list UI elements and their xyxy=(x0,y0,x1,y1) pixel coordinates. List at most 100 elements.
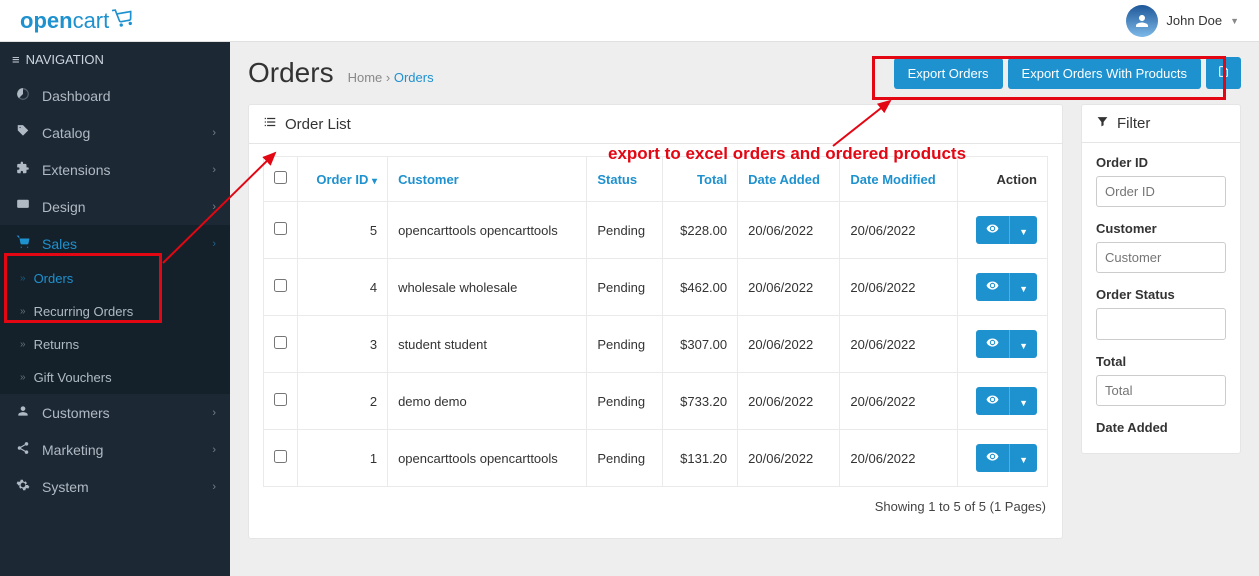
cell-status: Pending xyxy=(587,202,663,259)
nav-label: Design xyxy=(42,199,86,215)
eye-icon xyxy=(986,450,999,463)
tv-icon xyxy=(14,198,32,215)
col-date-modified[interactable]: Date Modified xyxy=(840,157,957,202)
cell-customer: demo demo xyxy=(388,373,587,430)
col-customer[interactable]: Customer xyxy=(388,157,587,202)
row-checkbox[interactable] xyxy=(274,450,287,463)
filter-customer-input[interactable] xyxy=(1096,242,1226,273)
nav-sales-orders[interactable]: » Orders xyxy=(0,262,230,295)
nav-sales-vouchers[interactable]: » Gift Vouchers xyxy=(0,361,230,394)
dashboard-icon xyxy=(14,87,32,104)
cart-icon xyxy=(111,6,135,34)
nav-dashboard[interactable]: Dashboard xyxy=(0,77,230,114)
cell-status: Pending xyxy=(587,316,663,373)
invoice-button[interactable] xyxy=(1206,57,1241,89)
col-action: Action xyxy=(957,157,1047,202)
filter-total-input[interactable] xyxy=(1096,375,1226,406)
caret-down-icon: ▼ xyxy=(1019,227,1028,237)
logo[interactable]: opencart xyxy=(20,8,133,34)
col-checkbox xyxy=(264,157,298,202)
col-total[interactable]: Total xyxy=(663,157,738,202)
nav-sales-recurring[interactable]: » Recurring Orders xyxy=(0,295,230,328)
eye-icon xyxy=(986,279,999,292)
nav-catalog[interactable]: Catalog › xyxy=(0,114,230,151)
cell-customer: student student xyxy=(388,316,587,373)
nav-marketing[interactable]: Marketing › xyxy=(0,431,230,468)
panel-title: Order List xyxy=(285,116,351,133)
chevron-right-icon: › xyxy=(212,407,216,419)
export-orders-products-button[interactable]: Export Orders With Products xyxy=(1008,58,1201,89)
bullet-icon: » xyxy=(20,372,26,383)
cell-status: Pending xyxy=(587,430,663,487)
nav-extensions[interactable]: Extensions › xyxy=(0,151,230,188)
view-button[interactable] xyxy=(976,330,1009,358)
action-dropdown-button[interactable]: ▼ xyxy=(1009,330,1037,358)
view-button[interactable] xyxy=(976,273,1009,301)
row-checkbox[interactable] xyxy=(274,222,287,235)
orders-table: Order ID ▾ Customer Status Total Date Ad… xyxy=(263,156,1048,487)
breadcrumb-home[interactable]: Home xyxy=(348,70,383,85)
view-button[interactable] xyxy=(976,444,1009,472)
logo-text-b: cart xyxy=(73,8,110,34)
nav-design[interactable]: Design › xyxy=(0,188,230,225)
main-content: Orders Home › Orders Export Orders Expor… xyxy=(230,42,1259,576)
action-dropdown-button[interactable]: ▼ xyxy=(1009,444,1037,472)
view-button[interactable] xyxy=(976,387,1009,415)
cell-date-added: 20/06/2022 xyxy=(738,259,840,316)
filter-status-select[interactable] xyxy=(1096,308,1226,340)
eye-icon xyxy=(986,222,999,235)
col-order-id[interactable]: Order ID ▾ xyxy=(298,157,388,202)
filter-title: Filter xyxy=(1117,115,1150,132)
sort-icon: ▾ xyxy=(372,176,377,187)
eye-icon xyxy=(986,393,999,406)
caret-down-icon: ▼ xyxy=(1019,455,1028,465)
filter-order-id-label: Order ID xyxy=(1096,155,1226,170)
table-row: 3student studentPending$307.0020/06/2022… xyxy=(264,316,1048,373)
filter-order-id-input[interactable] xyxy=(1096,176,1226,207)
row-checkbox[interactable] xyxy=(274,393,287,406)
chevron-right-icon: › xyxy=(212,444,216,456)
paging-text: Showing 1 to 5 of 5 (1 Pages) xyxy=(263,487,1048,526)
view-button[interactable] xyxy=(976,216,1009,244)
filter-panel: Filter Order ID Customer Order Status xyxy=(1081,104,1241,454)
list-icon xyxy=(263,115,277,133)
filter-customer-label: Customer xyxy=(1096,221,1226,236)
table-row: 4wholesale wholesalePending$462.0020/06/… xyxy=(264,259,1048,316)
tag-icon xyxy=(14,124,32,141)
order-list-panel: Order List Order ID ▾ Customer Status To… xyxy=(248,104,1063,539)
user-icon xyxy=(14,404,32,421)
action-dropdown-button[interactable]: ▼ xyxy=(1009,273,1037,301)
cell-customer: opencarttools opencarttools xyxy=(388,430,587,487)
cell-date-added: 20/06/2022 xyxy=(738,316,840,373)
row-checkbox[interactable] xyxy=(274,279,287,292)
app-header: opencart John Doe ▼ xyxy=(0,0,1259,42)
user-menu[interactable]: John Doe ▼ xyxy=(1126,5,1239,37)
cell-order-id: 4 xyxy=(298,259,388,316)
cart-icon xyxy=(14,235,32,252)
action-dropdown-button[interactable]: ▼ xyxy=(1009,387,1037,415)
cell-date-modified: 20/06/2022 xyxy=(840,430,957,487)
select-all-checkbox[interactable] xyxy=(274,171,287,184)
chevron-right-icon: › xyxy=(212,201,216,213)
breadcrumb-current[interactable]: Orders xyxy=(394,70,434,85)
cell-date-modified: 20/06/2022 xyxy=(840,202,957,259)
cell-customer: opencarttools opencarttools xyxy=(388,202,587,259)
nav-customers[interactable]: Customers › xyxy=(0,394,230,431)
cell-order-id: 2 xyxy=(298,373,388,430)
nav-sub-label: Orders xyxy=(34,271,74,286)
nav-sales-returns[interactable]: » Returns xyxy=(0,328,230,361)
nav-system[interactable]: System › xyxy=(0,468,230,505)
cell-status: Pending xyxy=(587,259,663,316)
chevron-right-icon: › xyxy=(212,238,216,250)
user-name: John Doe xyxy=(1166,13,1222,28)
table-row: 1opencarttools opencarttoolsPending$131.… xyxy=(264,430,1048,487)
col-date-added[interactable]: Date Added xyxy=(738,157,840,202)
share-icon xyxy=(14,441,32,458)
col-status[interactable]: Status xyxy=(587,157,663,202)
action-dropdown-button[interactable]: ▼ xyxy=(1009,216,1037,244)
chevron-right-icon: › xyxy=(212,481,216,493)
export-orders-button[interactable]: Export Orders xyxy=(894,58,1003,89)
nav-sales[interactable]: Sales › xyxy=(0,225,230,262)
row-checkbox[interactable] xyxy=(274,336,287,349)
nav-label: Extensions xyxy=(42,162,110,178)
